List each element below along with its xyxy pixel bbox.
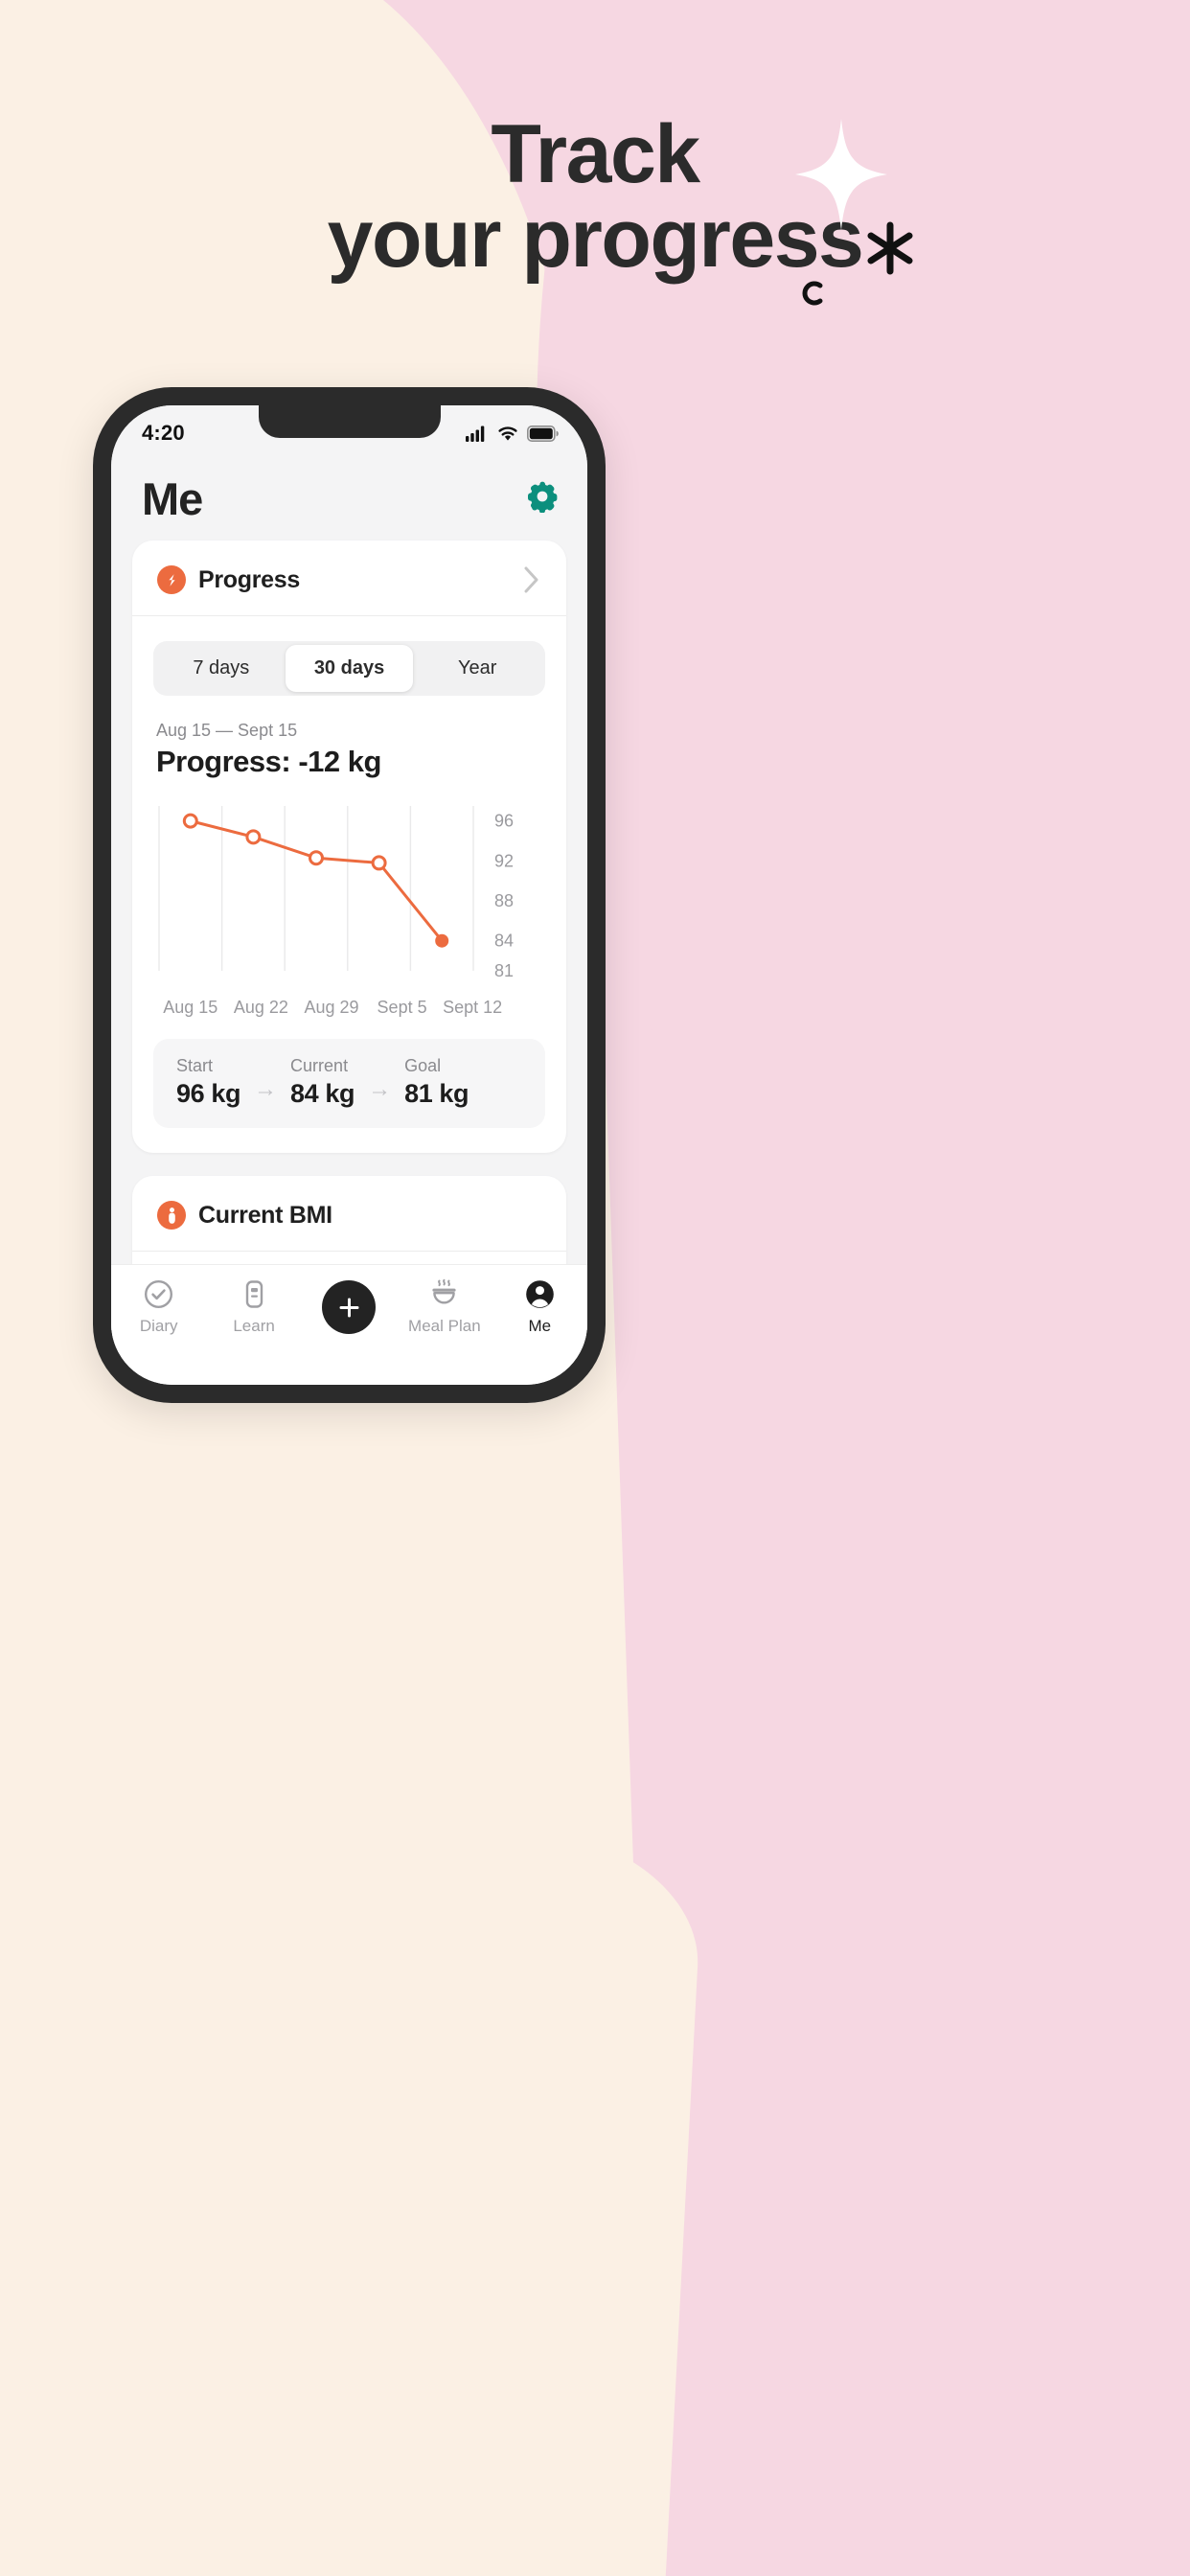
chart-x-axis: Aug 15 Aug 22 Aug 29 Sept 5 Sept 12 bbox=[151, 998, 508, 1018]
weight-stats-strip: Start 96 kg → Current 84 kg → Goal 81 kg bbox=[153, 1039, 545, 1128]
sparkle-star-icon bbox=[795, 119, 887, 230]
tab-me-label: Me bbox=[528, 1317, 552, 1335]
stat-start: Start 96 kg bbox=[176, 1056, 240, 1109]
progress-card[interactable]: Progress 7 days 30 days Year Aug 15 — Se… bbox=[132, 540, 566, 1153]
article-icon[interactable] bbox=[239, 1278, 270, 1310]
background-cream-blob-bottom bbox=[119, 1807, 705, 2576]
gear-icon[interactable] bbox=[526, 480, 559, 514]
x-tick-0: Aug 15 bbox=[163, 998, 218, 1017]
weight-chart: 96 92 88 84 81 bbox=[151, 800, 547, 990]
x-tick-4: Sept 12 bbox=[443, 998, 503, 1017]
svg-text:96: 96 bbox=[494, 812, 514, 831]
x-tick-1: Aug 22 bbox=[233, 998, 288, 1017]
segment-year[interactable]: Year bbox=[413, 645, 541, 692]
bmi-card-header: Current BMI bbox=[132, 1176, 566, 1252]
segment-7-days[interactable]: 7 days bbox=[157, 645, 286, 692]
phone-notch bbox=[258, 405, 441, 438]
stat-arrow-2: → bbox=[368, 1076, 392, 1102]
bowl-steam-icon[interactable] bbox=[428, 1278, 460, 1310]
progress-card-title: Progress bbox=[198, 565, 300, 593]
stat-start-value: 96 kg bbox=[176, 1079, 241, 1108]
bmi-card-header-left: Current BMI bbox=[157, 1201, 332, 1230]
check-circle-icon[interactable] bbox=[143, 1278, 174, 1310]
bottom-tab-bar[interactable]: Diary Learn Meal Plan Me bbox=[111, 1264, 587, 1385]
settings-button[interactable] bbox=[526, 480, 559, 518]
tab-learn[interactable]: Learn bbox=[214, 1278, 294, 1336]
bmi-card-title: Current BMI bbox=[198, 1201, 332, 1229]
svg-text:81: 81 bbox=[494, 961, 514, 980]
tiny-arc-icon bbox=[802, 281, 823, 306]
segment-30-days[interactable]: 30 days bbox=[285, 645, 414, 692]
x-tick-3: Sept 5 bbox=[377, 998, 427, 1017]
person-circle-icon[interactable] bbox=[524, 1278, 556, 1310]
progress-card-body: 7 days 30 days Year Aug 15 — Sept 15 Pro… bbox=[132, 616, 566, 1128]
stat-current: Current 84 kg bbox=[290, 1056, 355, 1109]
hero-line-2: your progress bbox=[327, 192, 864, 285]
weight-chart-svg: 96 92 88 84 81 bbox=[158, 806, 514, 980]
svg-text:88: 88 bbox=[494, 891, 514, 910]
background-pink-right bbox=[673, 0, 1190, 2576]
range-segmented-control[interactable]: 7 days 30 days Year bbox=[153, 641, 545, 696]
asterisk-icon bbox=[867, 221, 913, 275]
tab-learn-label: Learn bbox=[233, 1317, 275, 1335]
chevron-right-icon[interactable] bbox=[523, 565, 541, 594]
add-button[interactable] bbox=[322, 1280, 377, 1334]
hero-heading: Track your progress bbox=[0, 108, 1190, 285]
progress-headline: Progress: -12 kg bbox=[156, 745, 547, 779]
status-time: 4:20 bbox=[142, 421, 185, 445]
svg-text:84: 84 bbox=[494, 932, 514, 951]
tab-me[interactable]: Me bbox=[499, 1278, 580, 1336]
phone-screen: 4:20 Me Progress 7 days 30 days Year Aug… bbox=[111, 405, 587, 1385]
plus-icon[interactable] bbox=[337, 1296, 361, 1320]
page-title: Me bbox=[142, 473, 203, 524]
battery-icon bbox=[527, 425, 559, 442]
x-tick-2: Aug 29 bbox=[304, 998, 359, 1017]
stat-arrow-1: → bbox=[254, 1076, 278, 1102]
progress-card-header-left: Progress bbox=[157, 565, 300, 594]
person-walking-icon bbox=[157, 1201, 186, 1230]
stat-current-label: Current bbox=[290, 1056, 349, 1075]
stat-current-value: 84 kg bbox=[290, 1079, 355, 1108]
stat-goal: Goal 81 kg bbox=[404, 1056, 469, 1109]
stat-goal-value: 81 kg bbox=[404, 1079, 469, 1108]
progress-card-header[interactable]: Progress bbox=[132, 540, 566, 616]
stat-goal-label: Goal bbox=[404, 1056, 442, 1075]
cellular-signal-icon bbox=[466, 426, 485, 442]
tab-meal-plan[interactable]: Meal Plan bbox=[404, 1278, 485, 1336]
date-range-label: Aug 15 — Sept 15 bbox=[156, 721, 298, 740]
tab-add[interactable] bbox=[309, 1278, 389, 1341]
scroll-content[interactable]: Progress 7 days 30 days Year Aug 15 — Se… bbox=[111, 540, 587, 1345]
app-header: Me bbox=[111, 455, 587, 540]
wifi-icon bbox=[498, 426, 517, 441]
tab-meal-plan-label: Meal Plan bbox=[408, 1317, 481, 1335]
status-icons bbox=[466, 425, 559, 442]
stat-start-label: Start bbox=[176, 1056, 214, 1075]
tab-diary-label: Diary bbox=[139, 1317, 178, 1335]
hero-line-1: Track bbox=[491, 108, 700, 200]
tab-diary[interactable]: Diary bbox=[119, 1278, 199, 1336]
progress-headline-text: Progress: -12 kg bbox=[156, 745, 381, 778]
svg-text:92: 92 bbox=[494, 851, 514, 870]
phone-mockup: 4:20 Me Progress 7 days 30 days Year Aug… bbox=[93, 387, 606, 1403]
pulse-icon bbox=[157, 565, 186, 594]
